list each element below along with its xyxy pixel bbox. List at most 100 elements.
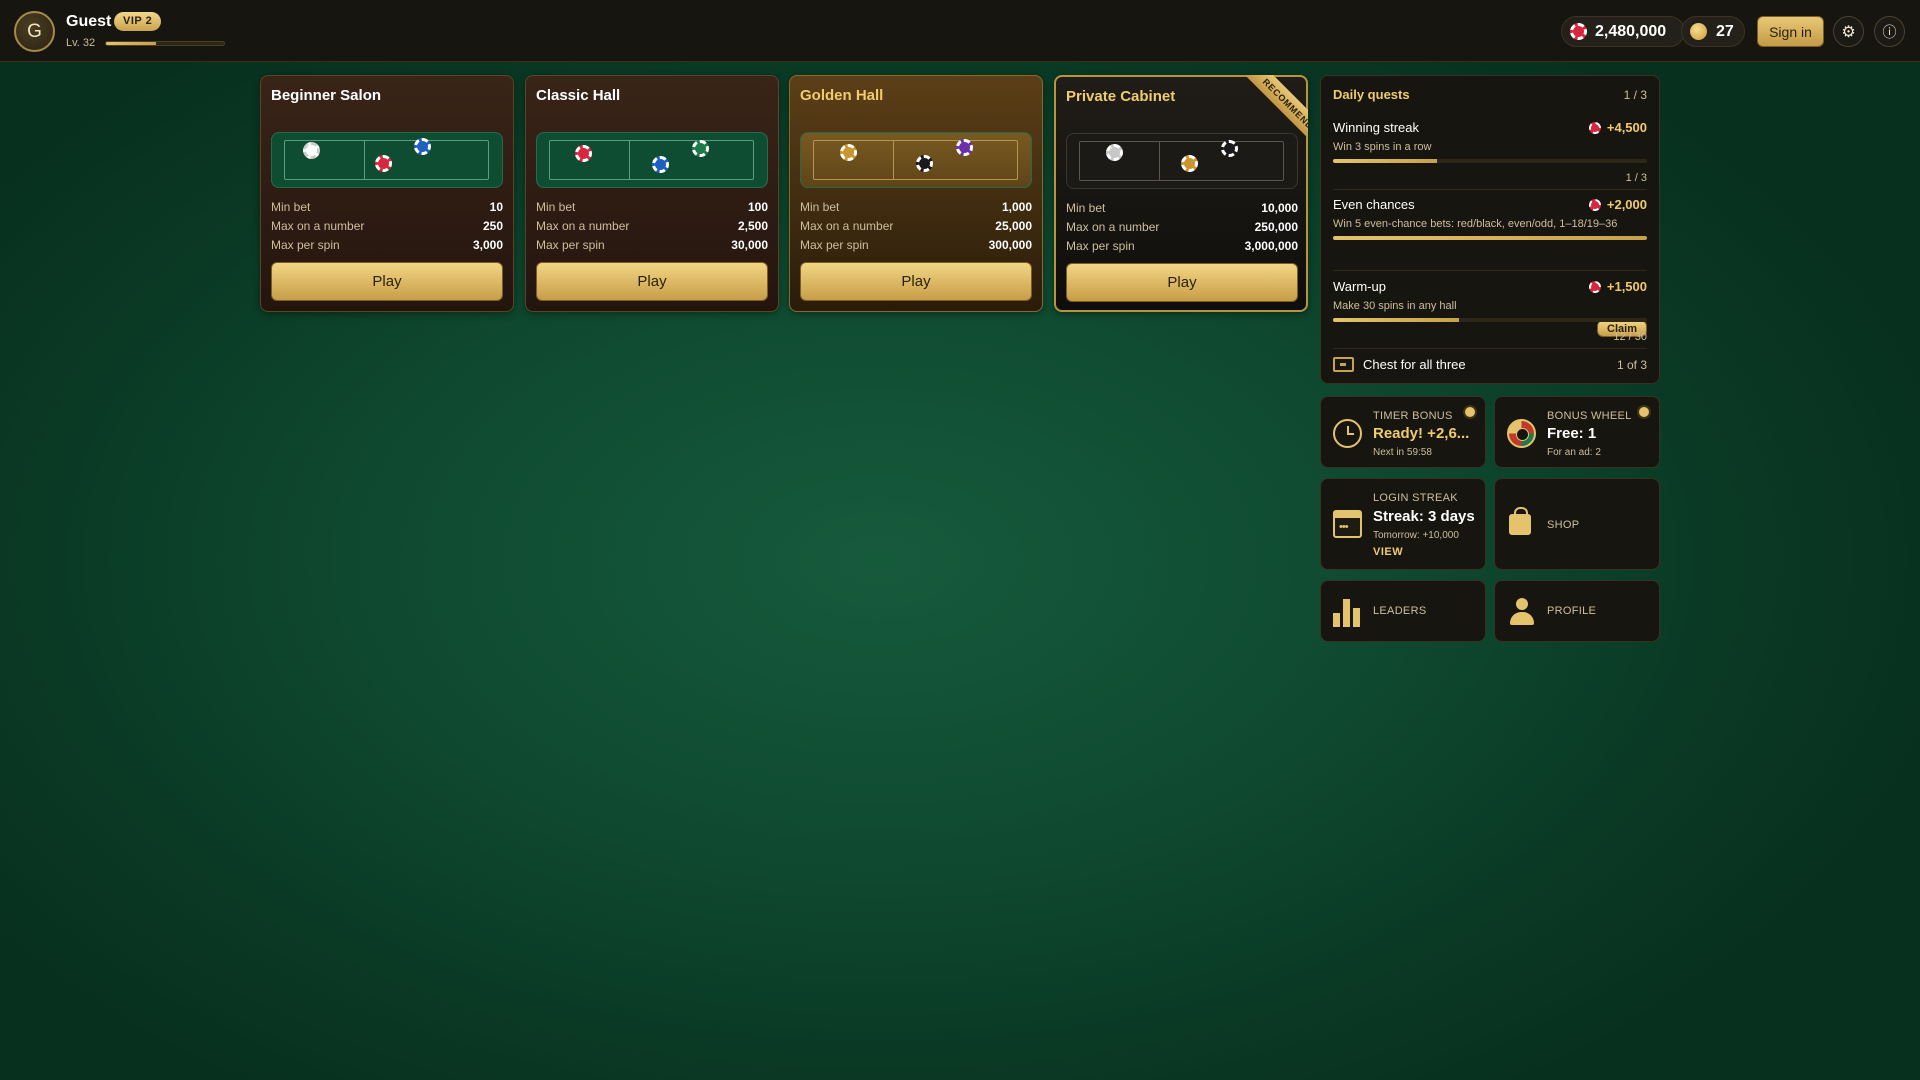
quest-reward: +2,000 [1587, 196, 1647, 213]
chip-icon [375, 155, 392, 172]
calendar-icon [1333, 510, 1362, 538]
table-felt-preview [800, 132, 1032, 188]
timer-bonus-tile[interactable]: TIMER BONUS Ready! +2,6... Next in 59:58 [1320, 396, 1486, 468]
min-bet-label: Min bet [536, 200, 576, 214]
min-bet-label: Min bet [800, 200, 840, 214]
level-label: Lv. 32 [66, 37, 96, 49]
divider [1333, 189, 1647, 190]
chip-icon [916, 155, 933, 172]
leaders-tile[interactable]: LEADERS [1320, 580, 1486, 642]
view-link[interactable]: VIEW [1373, 546, 1403, 558]
tile-label: PROFILE [1547, 605, 1597, 617]
avatar[interactable]: G [14, 11, 55, 52]
clock-icon [1333, 419, 1362, 448]
chip-icon [303, 142, 320, 159]
play-button[interactable]: Play [271, 262, 503, 301]
hall-card-beginner-salon[interactable]: Beginner Salon Min bet 10 Max on a number… [260, 75, 514, 312]
min-bet-label: Min bet [271, 200, 311, 214]
quest-reward: +1,500 [1587, 278, 1647, 295]
play-button[interactable]: Play [536, 262, 768, 301]
max-spin-row: Max per spin 300,000 [800, 238, 1032, 252]
quest-reward-value: +4,500 [1606, 120, 1647, 135]
coins-balance[interactable]: 27 [1681, 16, 1745, 47]
hall-card-private-cabinet[interactable]: Private Cabinet RECOMMENDED Min bet 10,00… [1054, 75, 1308, 312]
max-spin-row: Max per spin 3,000 [271, 238, 503, 252]
quest-progress-bar [1333, 159, 1647, 163]
settings-button[interactable]: ⚙ [1833, 16, 1864, 47]
poker-chip-icon [1587, 119, 1603, 136]
avatar-initial: G [27, 20, 42, 42]
tile-subtext: Next in 59:58 [1373, 447, 1432, 458]
min-bet-row: Min bet 10,000 [1066, 201, 1298, 215]
max-spin-label: Max per spin [536, 238, 605, 252]
quest-reward-value: +2,000 [1606, 197, 1647, 212]
table-felt-preview [271, 132, 503, 188]
chip-icon [1181, 155, 1198, 172]
hall-card-golden-hall[interactable]: Golden Hall Min bet 1,000 Max on a number… [789, 75, 1043, 312]
play-button[interactable]: Play [1066, 263, 1298, 302]
chip-icon [652, 156, 669, 173]
quest-reward-value: +1,500 [1606, 279, 1647, 294]
info-button[interactable]: ⓘ [1874, 16, 1905, 47]
tile-subtext: For an ad: 2 [1547, 447, 1601, 458]
top-bar: G Guest VIP 2 Lv. 32 2,480,000 27 Sign i… [0, 0, 1920, 62]
quest-reward: +4,500 [1587, 119, 1647, 136]
quest-progress-bar [1333, 236, 1647, 240]
max-spin-row: Max per spin 3,000,000 [1066, 239, 1298, 253]
tile-value: Streak: 3 days [1373, 508, 1475, 525]
profile-tile[interactable]: PROFILE [1494, 580, 1660, 642]
notification-dot [1639, 407, 1649, 417]
quest-progress-text: 1 / 3 [1625, 172, 1647, 184]
max-number-label: Max on a number [536, 219, 630, 233]
chips-balance[interactable]: 2,480,000 [1561, 16, 1685, 47]
quest-description: Win 3 spins in a row [1333, 141, 1432, 153]
tile-label: LOGIN STREAK [1373, 492, 1458, 504]
tile-label: SHOP [1547, 519, 1580, 531]
chip-icon [956, 139, 973, 156]
daily-quests-count: 1 / 3 [1623, 88, 1647, 102]
min-bet-value: 1,000 [1001, 200, 1032, 214]
max-number-row: Max on a number 250,000 [1066, 220, 1298, 234]
xp-progress-bar [105, 41, 225, 46]
notification-dot [1465, 407, 1475, 417]
user-icon [1510, 598, 1534, 626]
chip-icon [692, 140, 709, 157]
min-bet-value: 10,000 [1261, 201, 1298, 215]
shop-tile[interactable]: SHOP [1494, 478, 1660, 570]
chip-icon [575, 145, 592, 162]
chip-icon [840, 144, 857, 161]
coin-icon [1690, 23, 1707, 40]
min-bet-label: Min bet [1066, 201, 1106, 215]
max-number-row: Max on a number 25,000 [800, 219, 1032, 233]
bonus-wheel-tile[interactable]: BONUS WHEEL Free: 1 For an ad: 2 [1494, 396, 1660, 468]
username: Guest [66, 13, 112, 30]
min-bet-row: Min bet 100 [536, 200, 768, 214]
chip-icon [1221, 140, 1238, 157]
gear-icon: ⚙ [1841, 23, 1856, 41]
max-number-label: Max on a number [1066, 220, 1160, 234]
max-spin-label: Max per spin [1066, 239, 1135, 253]
quest-progress-fill [1333, 236, 1647, 240]
daily-quests-panel: Daily quests 1 / 3 Winning streak +4,500… [1320, 75, 1660, 384]
login-streak-tile[interactable]: LOGIN STREAK Streak: 3 days Tomorrow: +1… [1320, 478, 1486, 570]
vip-badge: VIP 2 [114, 12, 162, 31]
hall-title: Private Cabinet [1066, 88, 1176, 105]
sign-in-button[interactable]: Sign in [1757, 16, 1824, 47]
info-icon: ⓘ [1882, 24, 1897, 41]
max-spin-row: Max per spin 30,000 [536, 238, 768, 252]
chest-reward-row[interactable]: Chest for all three 1 of 3 [1333, 357, 1647, 372]
poker-chip-icon [1587, 278, 1603, 295]
max-spin-value: 3,000,000 [1244, 239, 1298, 253]
coins-balance-value: 27 [1716, 22, 1734, 40]
table-felt-preview [1066, 133, 1298, 189]
quest-item-even-chances: Even chances +2,000 Win 5 even-chance be… [1333, 196, 1647, 240]
play-button[interactable]: Play [800, 262, 1032, 301]
hall-title: Beginner Salon [271, 87, 382, 104]
hall-title: Golden Hall [800, 87, 884, 104]
hall-title: Classic Hall [536, 87, 621, 104]
hall-card-classic-hall[interactable]: Classic Hall Min bet 100 Max on a number 2… [525, 75, 779, 312]
max-number-value: 25,000 [995, 219, 1032, 233]
max-spin-value: 30,000 [731, 238, 768, 252]
tile-label: TIMER BONUS [1373, 410, 1453, 422]
max-spin-label: Max per spin [800, 238, 869, 252]
